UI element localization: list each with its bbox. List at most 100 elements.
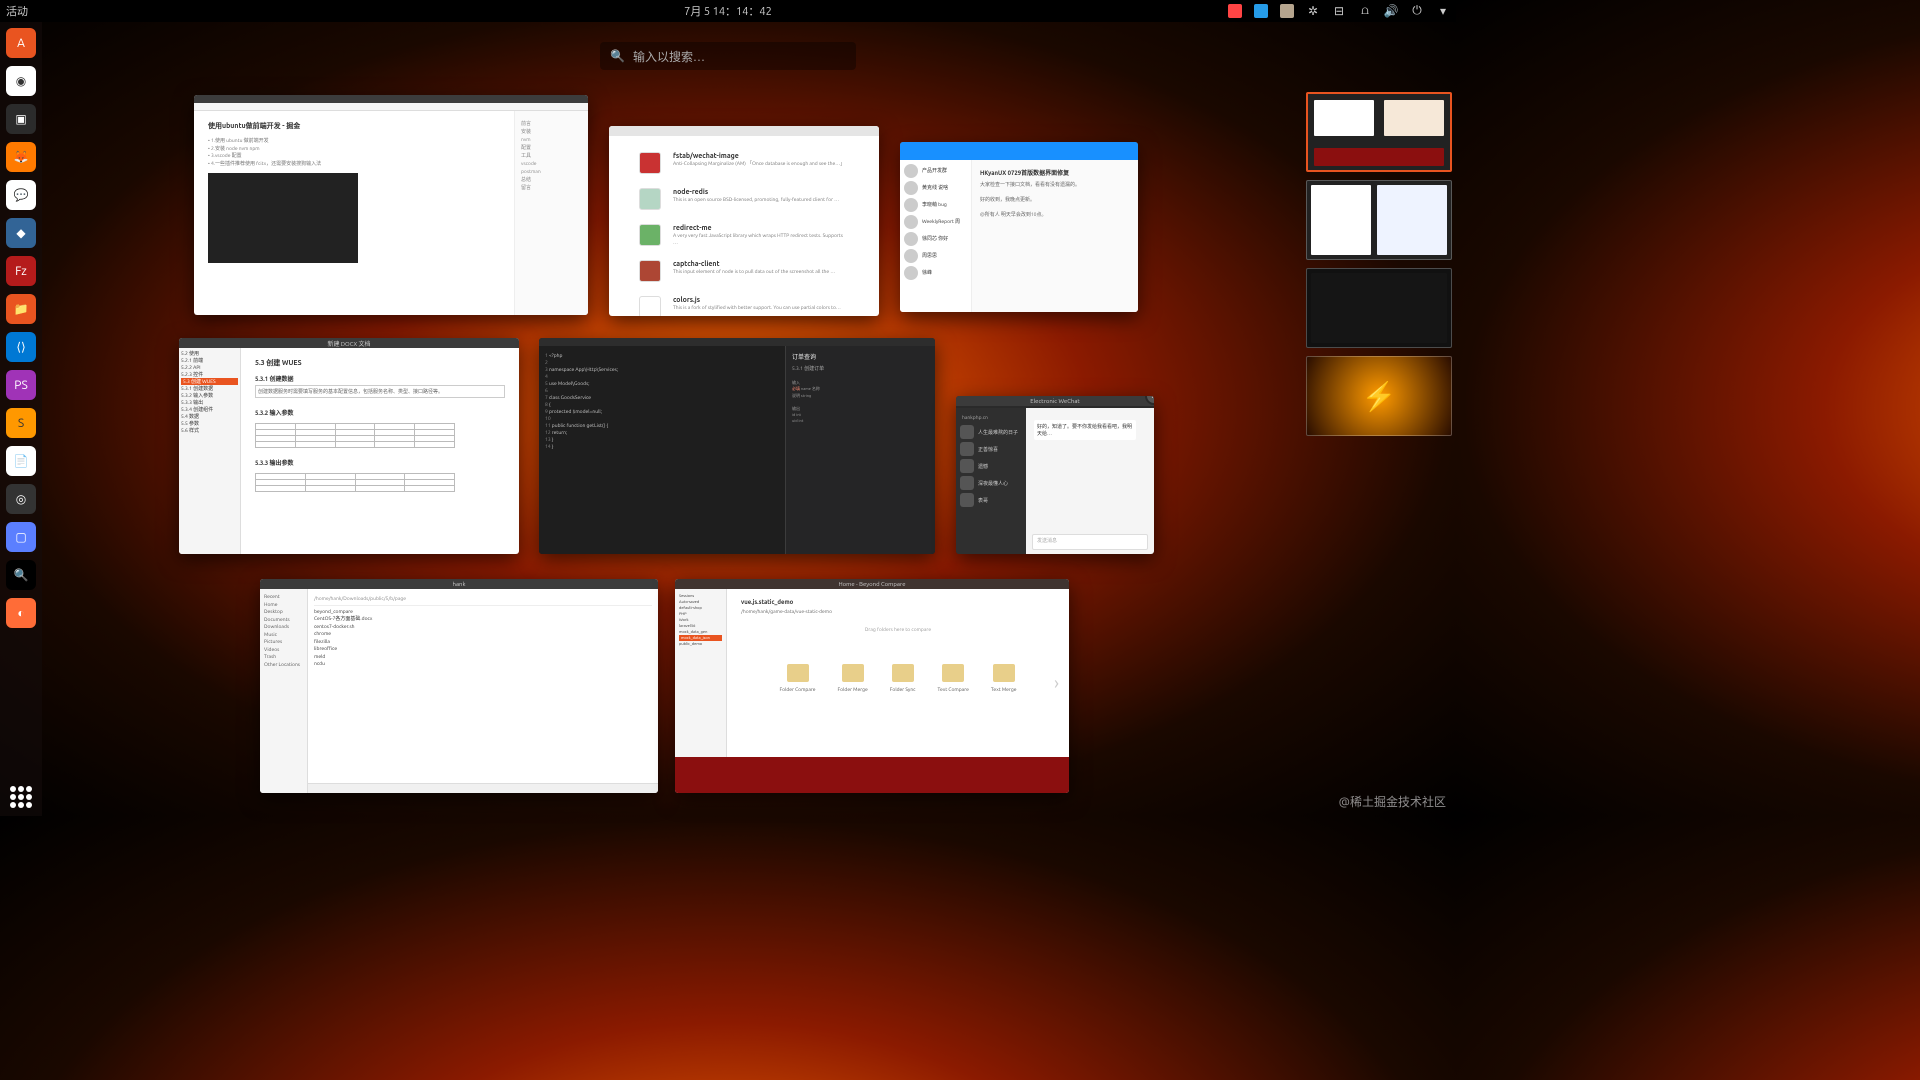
- workspace-3[interactable]: [1306, 268, 1452, 348]
- outline-item[interactable]: 5.4 数据: [181, 413, 238, 420]
- code-editor[interactable]: 1 <?php2 3 namespace App\Http\Services;4…: [539, 346, 785, 554]
- vscode-tabs[interactable]: [539, 338, 935, 346]
- sidebar-item[interactable]: Trash: [264, 653, 303, 661]
- contact-item[interactable]: 表哥: [960, 493, 1022, 507]
- sidebar-item[interactable]: Home: [264, 601, 303, 609]
- clock[interactable]: 7月 5 14：14：42: [684, 3, 772, 19]
- dock-vscode[interactable]: ⟨⟩: [6, 332, 36, 362]
- dock-phpstorm[interactable]: PS: [6, 370, 36, 400]
- dock-sublime[interactable]: S: [6, 408, 36, 438]
- sidebar-item[interactable]: Videos: [264, 646, 303, 654]
- dingtalk-contacts[interactable]: 产品开发群黄克线 说啥李晓萌 bug WeeklyReport 周徐同芯 你好周思…: [900, 160, 972, 312]
- bc-action[interactable]: Folder Compare: [780, 664, 816, 692]
- dock-screenshot[interactable]: ▢: [6, 522, 36, 552]
- network-icon[interactable]: ⩍: [1358, 4, 1372, 18]
- sogou-icon[interactable]: [1228, 4, 1242, 18]
- dock-wechat[interactable]: 💬: [6, 180, 36, 210]
- file-item[interactable]: CentOS-7各方面基础.docx: [314, 615, 652, 623]
- file-item[interactable]: chrome: [314, 630, 652, 638]
- wps-outline[interactable]: 5.2 使用5.2.1 前端5.2.2 API5.2.3 控件5.3 创建 WU…: [179, 348, 241, 554]
- workspace-1[interactable]: [1306, 92, 1452, 172]
- npm-package[interactable]: colors.jsThis is a fork of stylified wit…: [639, 296, 849, 316]
- activities-button[interactable]: 活动: [6, 3, 28, 19]
- window-wps[interactable]: 新建 DOCX 文档 5.2 使用5.2.1 前端5.2.2 API5.2.3 …: [179, 338, 519, 554]
- dock-filezilla[interactable]: Fz: [6, 256, 36, 286]
- outline-item[interactable]: 5.3.1 创建数据: [181, 385, 238, 392]
- outline-item[interactable]: 5.2.1 前端: [181, 357, 238, 364]
- outline-item[interactable]: 5.2.2 API: [181, 364, 238, 371]
- workspace-2[interactable]: [1306, 180, 1452, 260]
- sidebar-item[interactable]: Recent: [264, 593, 303, 601]
- contact-item[interactable]: 周思思: [904, 249, 967, 263]
- sidebar-item[interactable]: Pictures: [264, 638, 303, 646]
- dropbox-icon[interactable]: ⊟: [1332, 4, 1346, 18]
- npm-package[interactable]: node-redisThis is an open source BSD-lic…: [639, 188, 849, 210]
- contact-item[interactable]: 正善惊喜: [960, 442, 1022, 456]
- contact-item[interactable]: 李晓萌 bug: [904, 198, 967, 212]
- overview-search[interactable]: 🔍 输入以搜索…: [600, 42, 856, 70]
- sidebar-item[interactable]: Documents: [264, 616, 303, 624]
- bc-action[interactable]: Folder Sync: [890, 664, 916, 692]
- bc-actions[interactable]: Folder Compare Folder Merge Folder Sync Tex…: [741, 664, 1055, 692]
- sidebar-item[interactable]: Desktop: [264, 608, 303, 616]
- dock-libreoffice[interactable]: 📄: [6, 446, 36, 476]
- dock-terminal[interactable]: ▣: [6, 104, 36, 134]
- window-vscode[interactable]: 1 <?php2 3 namespace App\Http\Services;4…: [539, 338, 935, 554]
- outline-item[interactable]: 5.3.3 输出: [181, 399, 238, 406]
- outline-item[interactable]: 5.2.3 控件: [181, 371, 238, 378]
- bc-action[interactable]: Text Merge: [991, 664, 1017, 692]
- dock-media[interactable]: ◎: [6, 484, 36, 514]
- browser-tabs[interactable]: [194, 95, 588, 103]
- power-icon[interactable]: ⏻: [1410, 4, 1424, 18]
- contact-item[interactable]: 产品开发群: [904, 164, 967, 178]
- contact-item[interactable]: 遗憾: [960, 459, 1022, 473]
- bc-sessions[interactable]: SessionsAuto-saveddefault-shopPHPWorklar…: [675, 589, 727, 757]
- bc-action[interactable]: Folder Merge: [838, 664, 868, 692]
- npm-package[interactable]: captcha-clientThis input element of node…: [639, 260, 849, 282]
- show-applications-button[interactable]: [10, 786, 32, 808]
- sidebar-item[interactable]: Music: [264, 631, 303, 639]
- outline-item[interactable]: 5.6 样式: [181, 427, 238, 434]
- contact-item[interactable]: 徐峰: [904, 266, 967, 280]
- wechat-contacts[interactable]: hankphp.cn 人生最难熬的日子正善惊喜遗憾深夜最懂人心表哥: [956, 408, 1026, 554]
- file-item[interactable]: meld: [314, 653, 652, 661]
- contact-item[interactable]: 徐同芯 你好: [904, 232, 967, 246]
- file-item[interactable]: centos7-docker.sh: [314, 623, 652, 631]
- dock-chrome[interactable]: ◉: [6, 66, 36, 96]
- sidebar-item[interactable]: Downloads: [264, 623, 303, 631]
- browser-toolbar[interactable]: [194, 103, 588, 111]
- window-dingtalk[interactable]: 钉钉 - Mozilla Firefox 产品开发群黄克线 说啥李晓萌 bugW…: [900, 142, 1138, 312]
- teamviewer-icon[interactable]: [1254, 4, 1268, 18]
- contact-item[interactable]: 人生最难熬的日子: [960, 425, 1022, 439]
- file-item[interactable]: libreoffice: [314, 645, 652, 653]
- dock-postman[interactable]: ◐: [6, 598, 36, 628]
- contact-item[interactable]: WeeklyReport 周: [904, 215, 967, 229]
- file-item[interactable]: filezilla: [314, 638, 652, 646]
- clipboard-icon[interactable]: [1280, 4, 1294, 18]
- file-item[interactable]: ncdu: [314, 660, 652, 668]
- outline-item[interactable]: 5.3.2 输入参数: [181, 392, 238, 399]
- window-files[interactable]: hank RecentHomeDesktopDocumentsDownloads…: [260, 579, 658, 793]
- contact-item[interactable]: 黄克线 说啥: [904, 181, 967, 195]
- session-item[interactable]: public_demo: [679, 641, 722, 647]
- files-listing[interactable]: /home/hank/Downloads/public/5/b/page bey…: [308, 589, 658, 783]
- sidebar-item[interactable]: Other Locations: [264, 661, 303, 669]
- outline-item[interactable]: 5.2 使用: [181, 350, 238, 357]
- files-sidebar[interactable]: RecentHomeDesktopDocumentsDownloadsMusic…: [260, 589, 308, 793]
- contact-item[interactable]: 深夜最懂人心: [960, 476, 1022, 490]
- volume-icon[interactable]: 🔊: [1384, 4, 1398, 18]
- outline-item[interactable]: 5.3.4 创建组件: [181, 406, 238, 413]
- npm-package[interactable]: redirect-meA very very fast JavaScript l…: [639, 224, 849, 246]
- indicator-icon[interactable]: ✲: [1306, 4, 1320, 18]
- file-item[interactable]: beyond_compare: [314, 608, 652, 616]
- window-beyond-compare[interactable]: Home - Beyond Compare SessionsAuto-saved…: [675, 579, 1069, 793]
- message-input[interactable]: 发送消息: [1032, 534, 1148, 550]
- bc-action[interactable]: Text Compare: [938, 664, 969, 692]
- window-electronic-wechat[interactable]: × Electronic WeChat hankphp.cn 人生最难熬的日子正…: [956, 396, 1154, 554]
- dock-files[interactable]: 📁: [6, 294, 36, 324]
- dock-zoom[interactable]: 🔍: [6, 560, 36, 590]
- npm-package[interactable]: fstab/wechat-imageAnti-Collapsing Margin…: [639, 152, 849, 174]
- outline-item[interactable]: 5.5 参数: [181, 420, 238, 427]
- workspace-4[interactable]: [1306, 356, 1452, 436]
- dock-ubuntu-software[interactable]: A: [6, 28, 36, 58]
